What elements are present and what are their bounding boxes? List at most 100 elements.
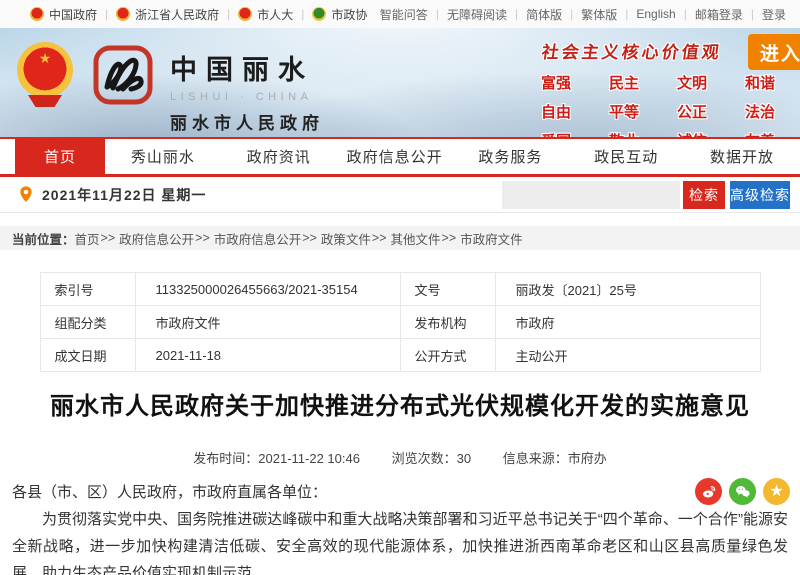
national-emblem-icon (238, 7, 252, 21)
nav-item-info-disclosure[interactable]: 政府信息公开 (337, 139, 453, 174)
page-title: 丽水市人民政府关于加快推进分布式光伏规模化开发的实施意见 (0, 390, 800, 424)
share-weibo-icon[interactable] (695, 478, 722, 505)
link-login[interactable]: 登录 (762, 6, 786, 23)
publish-time: 发布时间：2021-11-22 10:46 (193, 451, 363, 466)
value-word: 公正 (658, 101, 726, 122)
divider: | (301, 7, 304, 21)
field-label: 组配分类 (40, 306, 135, 339)
breadcrumb-separator: >> (372, 231, 387, 245)
nav-item-services[interactable]: 政务服务 (452, 139, 568, 174)
value-word: 诚信 (658, 130, 726, 137)
national-emblem-icon (30, 7, 44, 21)
gov-link-label: 中国政府 (49, 6, 97, 23)
national-emblem-icon: ★ (17, 42, 73, 98)
view-count-value: 30 (457, 451, 471, 466)
field-value: 主动公开 (495, 339, 760, 372)
divider: | (436, 7, 439, 21)
document-info-table: 索引号 113325000026455663/2021-35154 文号 丽政发… (40, 272, 761, 372)
core-values-title: 社会主义核心价值观 (520, 38, 744, 63)
breadcrumb-city-gov-docs[interactable]: 市政府文件 (460, 229, 523, 248)
breadcrumb-other-docs[interactable]: 其他文件 (391, 229, 441, 248)
value-word: 自由 (522, 101, 590, 122)
article-body: 各县（市、区）人民政府，市政府直属各单位： 为贯彻落实党中央、国务院推进碳达峰碳… (0, 479, 800, 575)
view-count-label: 浏览次数： (392, 451, 457, 466)
gov-link-label: 市人大 (257, 6, 293, 23)
breadcrumb-city-info-disclosure[interactable]: 市政府信息公开 (214, 229, 302, 248)
info-source: 信息来源：市府办 (503, 451, 607, 466)
divider: | (105, 7, 108, 21)
nav-item-home[interactable]: 首页 (15, 139, 105, 174)
breadcrumb-separator: >> (302, 231, 317, 245)
breadcrumb: 当前位置： 首页 >> 政府信息公开 >> 市政府信息公开 >> 政策文件 >>… (0, 226, 800, 250)
field-value: 丽政发〔2021〕25号 (495, 273, 760, 306)
core-values-grid: 富强 民主 文明 和谐 自由 平等 公正 法治 爱国 敬业 诚信 友善 (522, 72, 794, 137)
field-label: 索引号 (40, 273, 135, 306)
link-zhejiang-gov[interactable]: 浙江省人民政府 (116, 6, 219, 23)
breadcrumb-separator: >> (195, 231, 210, 245)
link-city-cppcc[interactable]: 市政协 (312, 6, 367, 23)
nav-item-interaction[interactable]: 政民互动 (568, 139, 684, 174)
location-pin-icon (18, 185, 34, 205)
utility-links: 智能问答 | 无障碍阅读 | 简体版 | 繁体版 | English | 邮箱登… (380, 6, 786, 23)
value-word: 平等 (590, 101, 658, 122)
search-input[interactable] (502, 181, 680, 209)
breadcrumb-info-disclosure[interactable]: 政府信息公开 (119, 229, 194, 248)
breadcrumb-home[interactable]: 首页 (75, 229, 100, 248)
publish-time-label: 发布时间： (193, 451, 258, 466)
link-china-gov[interactable]: 中国政府 (30, 6, 97, 23)
nav-item-gov-news[interactable]: 政府资讯 (221, 139, 337, 174)
table-row: 成文日期 2021-11-18 公开方式 主动公开 (40, 339, 760, 372)
field-value: 113325000026455663/2021-35154 (135, 273, 400, 306)
search-button[interactable]: 检索 (683, 181, 725, 209)
field-value: 市政府文件 (135, 306, 400, 339)
value-word: 富强 (522, 72, 590, 93)
article-meta: 发布时间：2021-11-22 10:46 浏览次数：30 信息来源：市府办 (0, 448, 800, 467)
nav-item-xiushan-lishui[interactable]: 秀山丽水 (105, 139, 221, 174)
national-emblem-icon (116, 7, 130, 21)
site-subtitle: 丽水市人民政府 (170, 109, 324, 134)
link-traditional[interactable]: 繁体版 (581, 6, 617, 23)
link-mail-login[interactable]: 邮箱登录 (695, 6, 743, 23)
link-city-peoples-congress[interactable]: 市人大 (238, 6, 293, 23)
field-label: 发布机构 (400, 306, 495, 339)
divider: | (227, 7, 230, 21)
value-word: 文明 (658, 72, 726, 93)
gov-links: 中国政府 | 浙江省人民政府 | 市人大 | 市政协 (30, 6, 367, 23)
share-bar: ★ (695, 478, 790, 505)
link-simplified[interactable]: 简体版 (526, 6, 562, 23)
share-qzone-icon[interactable]: ★ (763, 478, 790, 505)
site-title-block[interactable]: 中国丽水 LISHUI · CHINA 丽水市人民政府 (170, 48, 324, 134)
site-name-english: LISHUI · CHINA (170, 91, 324, 103)
breadcrumb-policy-docs[interactable]: 政策文件 (321, 229, 371, 248)
emblem-ribbon (28, 95, 62, 107)
link-english[interactable]: English (636, 7, 675, 21)
emblem-stars: ★ (17, 51, 73, 65)
link-smart-qa[interactable]: 智能问答 (380, 6, 428, 23)
divider: | (751, 7, 754, 21)
page: 中国政府 | 浙江省人民政府 | 市人大 | 市政协 智能问答 | 无障碍阅读 … (0, 0, 800, 575)
field-label: 文号 (400, 273, 495, 306)
top-utility-bar: 中国政府 | 浙江省人民政府 | 市人大 | 市政协 智能问答 | 无障碍阅读 … (0, 0, 800, 28)
elder-mode-button[interactable]: 进入老年模式 (748, 34, 800, 70)
value-word: 爱国 (522, 130, 590, 137)
divider: | (684, 7, 687, 21)
article-paragraph: 为贯彻落实党中央、国务院推进碳达峰碳中和重大战略决策部署和习近平总书记关于“四个… (12, 506, 788, 575)
table-row: 组配分类 市政府文件 发布机构 市政府 (40, 306, 760, 339)
site-name: 中国丽水 (170, 48, 324, 87)
value-word: 友善 (726, 130, 794, 137)
share-wechat-icon[interactable] (729, 478, 756, 505)
field-value: 市政府 (495, 306, 760, 339)
divider: | (625, 7, 628, 21)
lishui-logo-seal[interactable] (92, 44, 154, 111)
value-word: 法治 (726, 101, 794, 122)
info-source-label: 信息来源： (503, 451, 568, 466)
main-nav: 首页 秀山丽水 政府资讯 政府信息公开 政务服务 政民互动 数据开放 (0, 137, 800, 177)
field-label: 公开方式 (400, 339, 495, 372)
advanced-search-button[interactable]: 高级检索 (730, 181, 790, 209)
value-word: 敬业 (590, 130, 658, 137)
info-source-value: 市府办 (568, 451, 607, 466)
gov-link-label: 浙江省人民政府 (135, 6, 219, 23)
link-accessibility[interactable]: 无障碍阅读 (447, 6, 507, 23)
nav-item-open-data[interactable]: 数据开放 (684, 139, 800, 174)
table-row: 索引号 113325000026455663/2021-35154 文号 丽政发… (40, 273, 760, 306)
